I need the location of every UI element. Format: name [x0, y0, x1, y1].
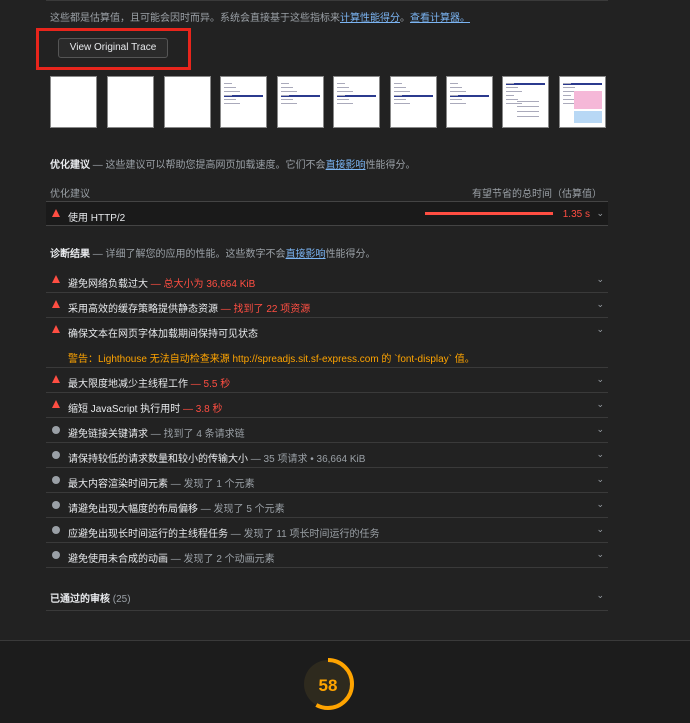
font-display-warning: 警告：Lighthouse 无法自动检查来源 http://spreadjs.s… [68, 354, 475, 365]
divider [46, 0, 608, 1]
divider [46, 610, 608, 611]
fail-icon [52, 300, 60, 308]
filmstrip-frame [502, 76, 549, 128]
audit-row[interactable]: 采用高效的缓存策略提供静态资源 — 找到了 22 项资源 ⌄ [46, 293, 608, 318]
fail-icon [52, 375, 60, 383]
fail-icon [52, 325, 60, 333]
info-icon [52, 551, 60, 559]
savings-value: 1.35 s [562, 209, 590, 220]
filmstrip-frame [164, 76, 211, 128]
filmstrip-frame [277, 76, 324, 128]
audit-row-http2[interactable]: 使用 HTTP/2 1.35 s ⌄ [46, 201, 608, 226]
chevron-down-icon[interactable]: ⌄ [596, 549, 604, 560]
view-original-trace-button[interactable]: View Original Trace [58, 38, 168, 58]
chevron-down-icon[interactable]: ⌄ [596, 374, 604, 385]
audit-row[interactable]: 请保持较低的请求数量和较小的传输大小 — 35 项请求 • 36,664 KiB… [46, 443, 608, 468]
audit-row[interactable]: 缩短 JavaScript 执行用时 — 3.8 秒 ⌄ [46, 393, 608, 418]
metrics-notice: 这些都是估算值，且可能会因时而异。系统会直接基于这些指标来计算性能得分。查看计算… [50, 13, 470, 24]
info-icon [52, 451, 60, 459]
audit-row[interactable]: 避免链接关键请求 — 找到了 4 条请求链 ⌄ [46, 418, 608, 443]
audit-row[interactable]: 应避免出现长时间运行的主线程任务 — 发现了 11 项长时间运行的任务 ⌄ [46, 518, 608, 543]
diagnostics-header: 诊断结果 — 详细了解您的应用的性能。这些数字不会直接影响性能得分。 [50, 249, 376, 260]
info-icon [52, 501, 60, 509]
direct-impact-link[interactable]: 直接影响 [286, 249, 326, 260]
opportunities-column-header: 优化建议 有望节省的总时间（估算值） [50, 189, 602, 200]
fail-icon [52, 275, 60, 283]
filmstrip-frame [220, 76, 267, 128]
audit-row[interactable]: 最大内容渲染时间元素 — 发现了 1 个元素 ⌄ [46, 468, 608, 493]
chevron-down-icon[interactable]: ⌄ [596, 208, 604, 219]
fail-icon [52, 209, 60, 217]
passed-audits-toggle[interactable]: 已通过的审核 (25) [50, 590, 131, 605]
chevron-down-icon[interactable]: ⌄ [596, 274, 604, 285]
audit-row[interactable]: 避免网络负载过大 — 总大小为 36,664 KiB ⌄ [46, 268, 608, 293]
chevron-down-icon[interactable]: ⌄ [596, 299, 604, 310]
performance-panel: 这些都是估算值，且可能会因时而异。系统会直接基于这些指标来计算性能得分。查看计算… [36, 0, 608, 640]
chevron-down-icon[interactable]: ⌄ [596, 424, 604, 435]
chevron-down-icon[interactable]: ⌄ [596, 590, 604, 601]
view-calculator-link[interactable]: 查看计算器。 [410, 13, 470, 24]
direct-impact-link[interactable]: 直接影响 [326, 160, 366, 171]
savings-bar [425, 212, 553, 215]
chevron-down-icon[interactable]: ⌄ [596, 499, 604, 510]
filmstrip-frame [390, 76, 437, 128]
chevron-down-icon[interactable]: ⌄ [596, 399, 604, 410]
filmstrip-frame [333, 76, 380, 128]
fail-icon [52, 400, 60, 408]
opportunities-header: 优化建议 — 这些建议可以帮助您提高网页加载速度。它们不会直接影响性能得分。 [50, 160, 416, 171]
filmstrip-frame [446, 76, 493, 128]
audit-row[interactable]: 请避免出现大幅度的布局偏移 — 发现了 5 个元素 ⌄ [46, 493, 608, 518]
audit-row[interactable]: 最大限度地减少主线程工作 — 5.5 秒 ⌄ [46, 368, 608, 393]
chevron-down-icon[interactable]: ⌄ [596, 524, 604, 535]
chevron-down-icon[interactable]: ⌄ [596, 474, 604, 485]
info-icon [52, 426, 60, 434]
chevron-down-icon[interactable]: ⌄ [596, 449, 604, 460]
info-icon [52, 526, 60, 534]
filmstrip-frame [107, 76, 154, 128]
score-value: 58 [318, 676, 338, 695]
info-icon [52, 476, 60, 484]
chevron-down-icon[interactable]: ⌄ [596, 324, 604, 335]
calc-score-link[interactable]: 计算性能得分 [340, 13, 400, 24]
filmstrip-frame [50, 76, 97, 128]
audit-row[interactable]: 避免使用未合成的动画 — 发现了 2 个动画元素 ⌄ [46, 543, 608, 568]
filmstrip-frame [559, 76, 606, 128]
